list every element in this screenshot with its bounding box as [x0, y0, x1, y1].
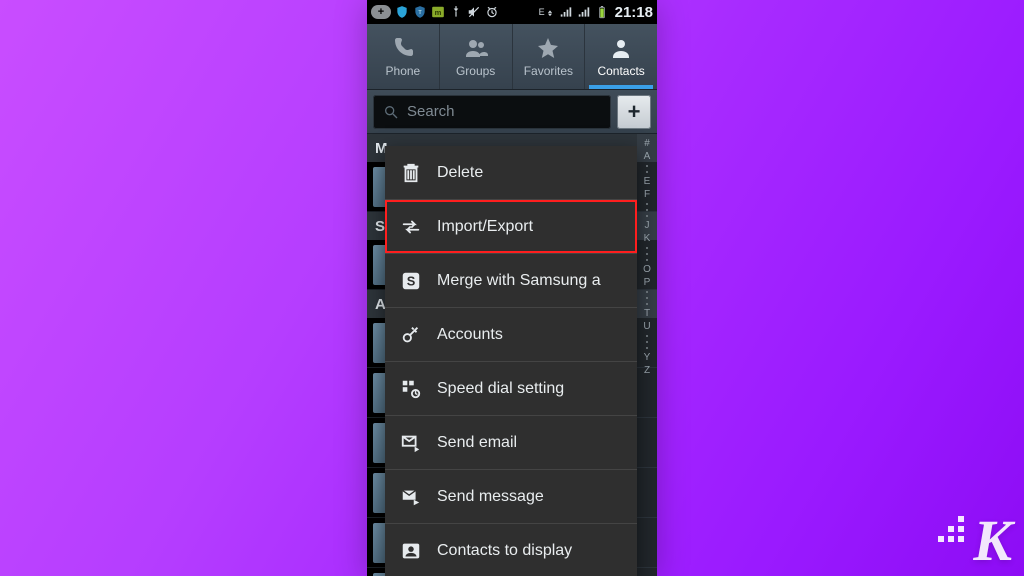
tab-contacts[interactable]: Contacts [584, 24, 657, 89]
tab-label: Favorites [524, 64, 573, 78]
menu-item-send-email[interactable]: Send email [385, 416, 637, 470]
menu-item-label: Accounts [437, 326, 503, 344]
search-icon [383, 104, 399, 120]
signal-icon [559, 5, 573, 19]
menu-item-accounts[interactable]: Accounts [385, 308, 637, 362]
antivirus-shield-icon [395, 5, 409, 19]
menu-item-delete[interactable]: Delete [385, 146, 637, 200]
phone-icon [391, 36, 415, 60]
watermark-dots [938, 516, 964, 542]
swap-icon [399, 215, 423, 239]
alarm-icon [485, 5, 499, 19]
watermark: K [973, 512, 1012, 570]
shield-letter-icon: T [413, 5, 427, 19]
battery-icon [595, 5, 609, 19]
app-m-icon: m [431, 5, 445, 19]
menu-item-label: Contacts to display [437, 542, 572, 560]
plus-icon: + [628, 99, 641, 125]
menu-item-label: Send message [437, 488, 544, 506]
canvas: + T m [0, 0, 1024, 576]
clock: 21:18 [615, 4, 653, 21]
options-menu: Delete Import/Export S Merge with Samsun… [385, 146, 637, 576]
menu-item-contacts-display[interactable]: Contacts to display [385, 524, 637, 576]
samsung-icon: S [399, 269, 423, 293]
menu-item-label: Import/Export [437, 218, 533, 236]
tab-favorites[interactable]: Favorites [512, 24, 585, 89]
menu-item-send-message[interactable]: Send message [385, 470, 637, 524]
menu-item-label: Merge with Samsung a [437, 272, 601, 290]
key-icon [399, 323, 423, 347]
mute-icon [467, 5, 481, 19]
groups-icon [464, 36, 488, 60]
menu-item-label: Speed dial setting [437, 380, 564, 398]
contact-card-icon [399, 539, 423, 563]
tab-bar: Phone Groups Favorites Contacts [367, 24, 657, 90]
svg-text:T: T [418, 10, 422, 16]
tab-label: Contacts [597, 64, 644, 78]
search-row: Search + [367, 90, 657, 134]
menu-item-label: Delete [437, 164, 483, 182]
status-bar: + T m [367, 0, 657, 24]
svg-text:S: S [407, 273, 416, 288]
phone-frame: + T m [367, 0, 657, 576]
star-icon [536, 36, 560, 60]
svg-text:m: m [435, 8, 442, 17]
watermark-letter: K [973, 508, 1012, 573]
menu-item-merge-samsung[interactable]: S Merge with Samsung a [385, 254, 637, 308]
menu-item-label: Send email [437, 434, 517, 452]
alphabet-index[interactable]: #AEFJKOPTUYZ [637, 134, 657, 576]
dialpad-icon [399, 377, 423, 401]
search-input[interactable]: Search [373, 95, 611, 129]
trash-icon [399, 161, 423, 185]
search-placeholder: Search [407, 103, 455, 120]
message-send-icon [399, 485, 423, 509]
data-icon: E [539, 5, 555, 19]
tab-phone[interactable]: Phone [367, 24, 439, 89]
tab-label: Groups [456, 64, 495, 78]
tab-label: Phone [386, 64, 421, 78]
menu-item-speed-dial[interactable]: Speed dial setting [385, 362, 637, 416]
mail-send-icon [399, 431, 423, 455]
signal-2-icon [577, 5, 591, 19]
tab-groups[interactable]: Groups [439, 24, 512, 89]
plus-badge-icon: + [371, 5, 391, 19]
menu-item-import-export[interactable]: Import/Export [385, 200, 637, 254]
usb-icon [449, 5, 463, 19]
person-icon [609, 36, 633, 60]
add-contact-button[interactable]: + [617, 95, 651, 129]
